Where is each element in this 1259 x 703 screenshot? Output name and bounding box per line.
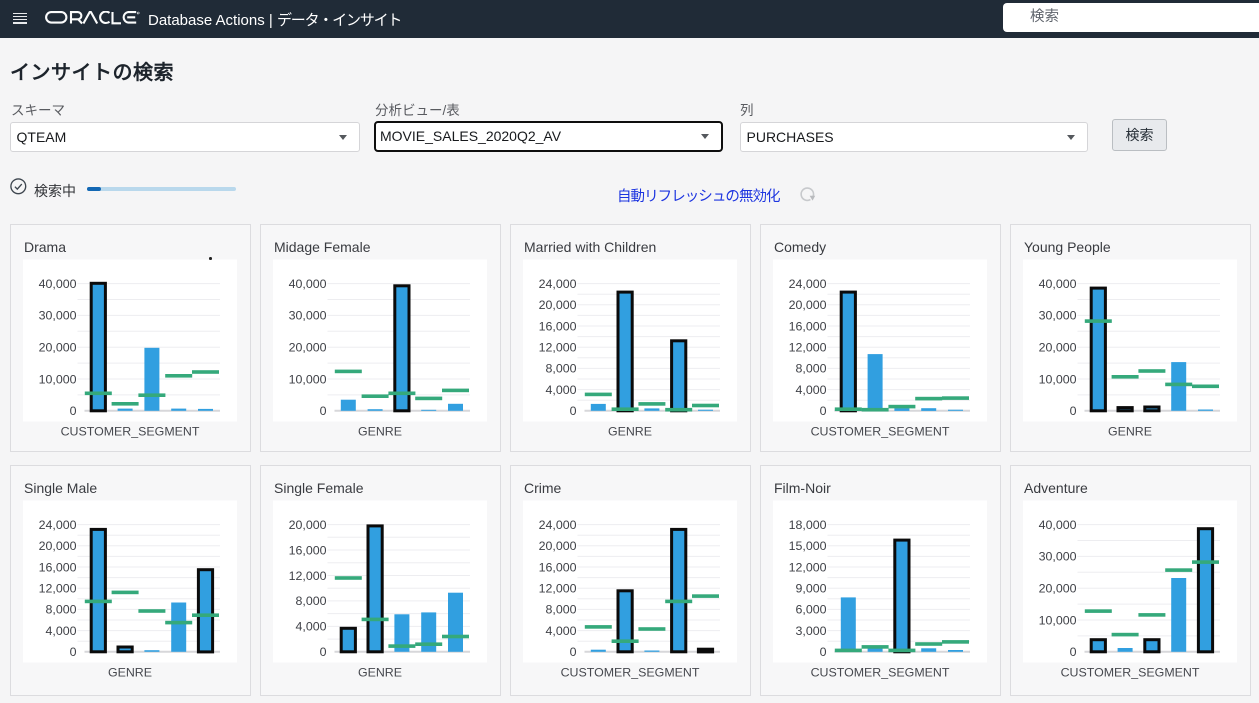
svg-text:40,000: 40,000	[289, 277, 327, 291]
svg-text:Married with Children: Married with Children	[524, 239, 656, 255]
svg-text:10,000: 10,000	[289, 372, 327, 386]
svg-text:20,000: 20,000	[789, 298, 827, 312]
svg-text:24,000: 24,000	[539, 518, 577, 532]
svg-text:0: 0	[320, 645, 327, 659]
svg-text:40,000: 40,000	[1039, 277, 1077, 291]
svg-text:10,000: 10,000	[1039, 613, 1077, 627]
svg-text:Adventure: Adventure	[1024, 480, 1088, 496]
svg-text:9,000: 9,000	[795, 582, 826, 596]
svg-text:GENRE: GENRE	[358, 425, 402, 439]
svg-text:0: 0	[820, 404, 827, 418]
svg-text:Crime: Crime	[524, 480, 562, 496]
svg-text:16,000: 16,000	[289, 543, 327, 557]
svg-text:Film-Noir: Film-Noir	[774, 480, 831, 496]
svg-text:20,000: 20,000	[1039, 341, 1077, 355]
svg-text:20,000: 20,000	[289, 518, 327, 532]
svg-text:24,000: 24,000	[539, 277, 577, 291]
svg-text:24,000: 24,000	[789, 277, 827, 291]
svg-text:Comedy: Comedy	[774, 239, 826, 255]
svg-text:20,000: 20,000	[539, 539, 577, 553]
svg-text:CUSTOMER_SEGMENT: CUSTOMER_SEGMENT	[561, 666, 700, 680]
svg-text:8,000: 8,000	[545, 362, 576, 376]
svg-text:15,000: 15,000	[789, 539, 827, 553]
svg-text:4,000: 4,000	[795, 383, 826, 397]
svg-text:0: 0	[570, 645, 577, 659]
svg-text:20,000: 20,000	[39, 539, 77, 553]
svg-text:10,000: 10,000	[1039, 372, 1077, 386]
svg-text:12,000: 12,000	[39, 582, 77, 596]
svg-text:20,000: 20,000	[289, 341, 327, 355]
svg-text:16,000: 16,000	[539, 319, 577, 333]
svg-text:GENRE: GENRE	[108, 666, 152, 680]
svg-text:8,000: 8,000	[295, 594, 326, 608]
svg-text:4,000: 4,000	[545, 383, 576, 397]
svg-text:24,000: 24,000	[39, 518, 77, 532]
svg-text:0: 0	[70, 404, 77, 418]
svg-text:12,000: 12,000	[289, 569, 327, 583]
svg-text:12,000: 12,000	[539, 341, 577, 355]
svg-text:16,000: 16,000	[539, 560, 577, 574]
svg-text:3,000: 3,000	[795, 624, 826, 638]
svg-text:8,000: 8,000	[45, 603, 76, 617]
svg-text:10,000: 10,000	[39, 372, 77, 386]
svg-text:Drama: Drama	[24, 239, 66, 255]
svg-text:GENRE: GENRE	[608, 425, 652, 439]
svg-text:18,000: 18,000	[789, 518, 827, 532]
svg-text:16,000: 16,000	[789, 319, 827, 333]
svg-text:30,000: 30,000	[1039, 550, 1077, 564]
svg-text:30,000: 30,000	[289, 309, 327, 323]
svg-text:0: 0	[570, 404, 577, 418]
svg-text:0: 0	[820, 645, 827, 659]
svg-text:40,000: 40,000	[39, 277, 77, 291]
svg-text:40,000: 40,000	[1039, 518, 1077, 532]
svg-text:20,000: 20,000	[1039, 582, 1077, 596]
svg-text:6,000: 6,000	[795, 603, 826, 617]
svg-text:Midage Female: Midage Female	[274, 239, 371, 255]
svg-text:0: 0	[70, 645, 77, 659]
svg-text:Single Female: Single Female	[274, 480, 364, 496]
svg-text:Young People: Young People	[1024, 239, 1111, 255]
svg-text:GENRE: GENRE	[1108, 425, 1152, 439]
svg-text:0: 0	[1070, 404, 1077, 418]
svg-text:4,000: 4,000	[295, 620, 326, 634]
svg-text:4,000: 4,000	[45, 624, 76, 638]
svg-text:20,000: 20,000	[539, 298, 577, 312]
svg-text:12,000: 12,000	[789, 341, 827, 355]
svg-text:4,000: 4,000	[545, 624, 576, 638]
svg-text:16,000: 16,000	[39, 560, 77, 574]
svg-text:CUSTOMER_SEGMENT: CUSTOMER_SEGMENT	[1061, 666, 1200, 680]
svg-text:CUSTOMER_SEGMENT: CUSTOMER_SEGMENT	[61, 425, 200, 439]
svg-text:12,000: 12,000	[539, 582, 577, 596]
svg-text:CUSTOMER_SEGMENT: CUSTOMER_SEGMENT	[811, 666, 950, 680]
svg-text:12,000: 12,000	[789, 560, 827, 574]
svg-text:20,000: 20,000	[39, 341, 77, 355]
svg-text:8,000: 8,000	[795, 362, 826, 376]
svg-text:CUSTOMER_SEGMENT: CUSTOMER_SEGMENT	[811, 425, 950, 439]
svg-text:8,000: 8,000	[545, 603, 576, 617]
svg-text:30,000: 30,000	[1039, 309, 1077, 323]
svg-text:Single Male: Single Male	[24, 480, 97, 496]
svg-text:0: 0	[1070, 645, 1077, 659]
svg-text:GENRE: GENRE	[358, 666, 402, 680]
svg-text:30,000: 30,000	[39, 309, 77, 323]
svg-text:0: 0	[320, 404, 327, 418]
